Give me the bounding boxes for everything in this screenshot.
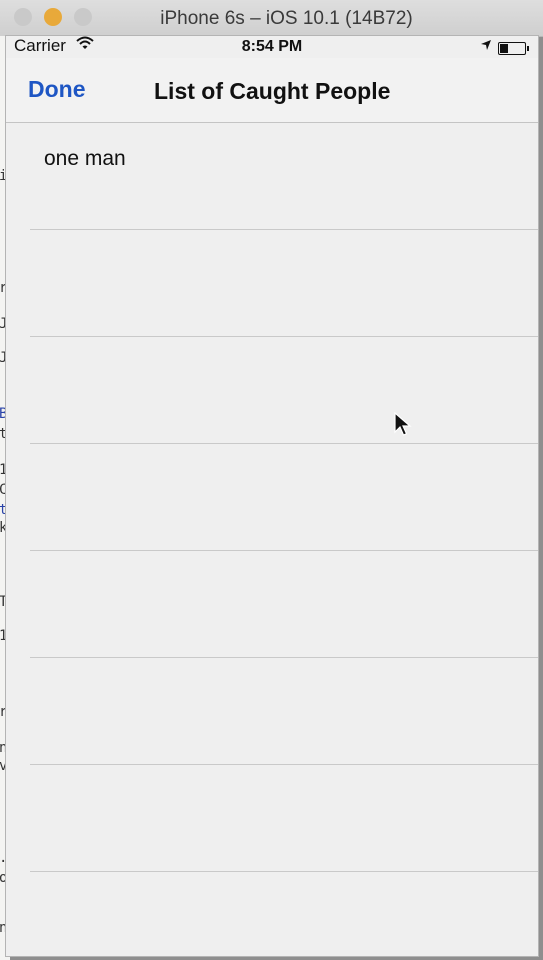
row-label: one man [44, 147, 126, 170]
page-title: List of Caught People [154, 78, 391, 104]
table-row[interactable]: one man [30, 123, 538, 230]
caught-people-table: one man [6, 123, 538, 956]
table-row[interactable] [30, 551, 538, 658]
table-row[interactable] [30, 658, 538, 765]
table-row[interactable] [30, 230, 538, 337]
battery-icon [498, 42, 529, 55]
table-row[interactable] [30, 337, 538, 444]
table-row[interactable] [30, 765, 538, 872]
navigation-bar: Done List of Caught People [6, 58, 538, 123]
location-arrow-icon [480, 38, 492, 54]
iphone-screen: Carrier 8:54 PM Done List of Caught Peop… [6, 36, 538, 956]
simulator-title-bar: iPhone 6s – iOS 10.1 (14B72) [0, 0, 543, 37]
mouse-pointer-icon [394, 412, 412, 436]
status-bar: Carrier 8:54 PM [6, 36, 538, 58]
table-row[interactable] [30, 444, 538, 551]
status-time: 8:54 PM [241, 38, 303, 55]
done-button[interactable]: Done [28, 76, 86, 103]
window-title: iPhone 6s – iOS 10.1 (14B72) [160, 8, 413, 29]
